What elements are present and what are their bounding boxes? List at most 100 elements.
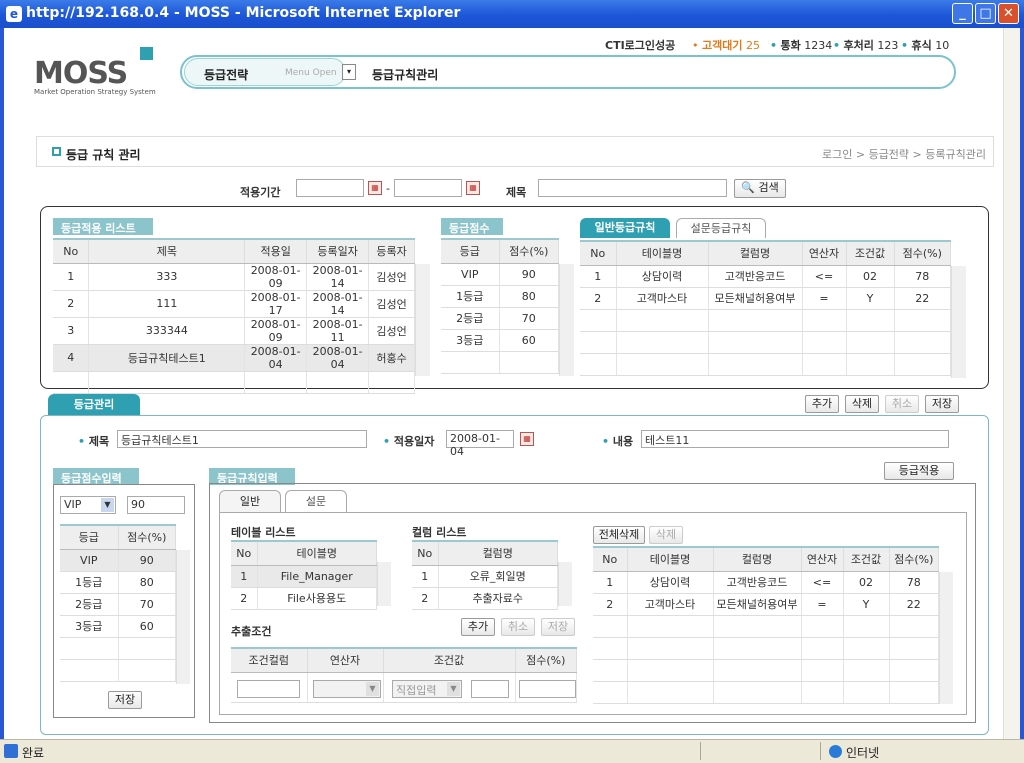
table-cell: 고객반응코드 bbox=[713, 571, 802, 594]
mgmt-title-input[interactable]: 등급규칙테스트1 bbox=[117, 430, 367, 448]
table-cell: 등급규칙테스트1 bbox=[88, 344, 246, 372]
table-cell bbox=[53, 371, 90, 394]
condition-cancel-button[interactable]: 취소 bbox=[501, 618, 535, 636]
search-title-input[interactable] bbox=[538, 179, 727, 197]
delete-button[interactable]: 삭제 bbox=[845, 395, 879, 413]
period-label: 적용기간 bbox=[240, 186, 281, 199]
table-row[interactable]: 2등급 70 bbox=[60, 593, 176, 616]
table-row[interactable]: 1등급 80 bbox=[441, 285, 559, 308]
table-row[interactable]: 1 상담이력 고객반응코드 <= 02 78 bbox=[593, 571, 939, 594]
grade-select[interactable]: VIP ▼ bbox=[60, 496, 116, 514]
tab-general[interactable]: 일반 bbox=[219, 490, 281, 512]
table-row bbox=[441, 351, 559, 374]
table-cell bbox=[713, 637, 802, 660]
mgmt-date-label: • 적용일자 bbox=[383, 435, 435, 448]
menu-main-label[interactable]: 등급전략 bbox=[204, 66, 248, 83]
table-cell: 1 bbox=[593, 571, 628, 594]
chevron-down-icon: ▼ bbox=[447, 682, 460, 696]
table-cell: 허홍수 bbox=[368, 344, 415, 372]
table-row[interactable]: 3등급 60 bbox=[60, 615, 176, 638]
delete-all-button[interactable]: 전체삭제 bbox=[593, 526, 645, 544]
table-cell bbox=[801, 615, 844, 638]
column-list-scrollbar[interactable] bbox=[558, 562, 572, 606]
calendar-icon[interactable]: ▦ bbox=[368, 181, 382, 195]
col-header: 조건컬럼 bbox=[231, 647, 308, 673]
col-header: 제목 bbox=[88, 238, 246, 264]
minimize-button[interactable]: _ bbox=[952, 3, 973, 24]
table-cell: 1 bbox=[580, 265, 617, 288]
rule-delete-button[interactable]: 삭제 bbox=[649, 526, 683, 544]
menu-dropdown-icon[interactable]: ▾ bbox=[342, 64, 356, 80]
globe-icon bbox=[829, 745, 842, 758]
rules-scrollbar[interactable] bbox=[951, 266, 966, 378]
table-row[interactable]: 1 File_Manager bbox=[231, 565, 377, 588]
mgmt-content-input[interactable]: 테스트11 bbox=[641, 430, 949, 448]
search-icon: 🔍 bbox=[741, 181, 755, 194]
col-header: 등급 bbox=[441, 238, 500, 264]
table-row[interactable]: 1 333 2008-01-09 2008-01-14 김성언 bbox=[53, 263, 415, 291]
period-start-input[interactable] bbox=[296, 179, 364, 197]
table-cell bbox=[843, 659, 890, 682]
table-row bbox=[580, 309, 951, 332]
table-cell: 3등급 bbox=[60, 615, 119, 638]
table-list-scrollbar[interactable] bbox=[377, 562, 391, 606]
rule-input-scrollbar[interactable] bbox=[939, 572, 953, 704]
page-scrollbar[interactable] bbox=[1003, 28, 1020, 739]
table-row[interactable]: 4 등급규칙테스트1 2008-01-04 2008-01-04 허홍수 bbox=[53, 344, 415, 372]
condition-value-select[interactable]: 직접입력 ▼ bbox=[392, 680, 462, 698]
list-scrollbar[interactable] bbox=[415, 264, 430, 376]
table-row[interactable]: 2 111 2008-01-17 2008-01-14 김성언 bbox=[53, 290, 415, 318]
table-cell bbox=[846, 309, 895, 332]
apply-grade-button[interactable]: 등급적용 bbox=[884, 462, 954, 480]
condition-save-button[interactable]: 저장 bbox=[541, 618, 575, 636]
tab-grade-management[interactable]: 등급관리 bbox=[48, 394, 140, 415]
calendar-icon[interactable]: ▦ bbox=[466, 181, 480, 195]
save-button[interactable]: 저장 bbox=[925, 395, 959, 413]
table-row[interactable]: VIP 90 bbox=[60, 549, 176, 572]
search-button[interactable]: 🔍 검색 bbox=[734, 179, 786, 198]
table-row[interactable]: 1 상담이력 고객반응코드 <= 02 78 bbox=[580, 265, 951, 288]
table-row[interactable]: 3 333344 2008-01-09 2008-01-11 김성언 bbox=[53, 317, 415, 345]
table-row[interactable]: 2 고객마스타 모든채널허용여부 = Y 22 bbox=[580, 287, 951, 310]
table-cell: 김성언 bbox=[368, 263, 415, 291]
col-header: No bbox=[231, 540, 258, 566]
table-row[interactable]: 3등급 60 bbox=[441, 329, 559, 352]
table-cell bbox=[843, 637, 890, 660]
calendar-icon[interactable]: ▦ bbox=[520, 432, 534, 446]
table-cell bbox=[60, 659, 119, 682]
condition-value-input[interactable] bbox=[471, 680, 509, 698]
score-value-input[interactable]: 90 bbox=[127, 496, 185, 514]
table-row[interactable]: 1등급 80 bbox=[60, 571, 176, 594]
period-end-input[interactable] bbox=[394, 179, 462, 197]
score-input-scrollbar[interactable] bbox=[176, 550, 190, 684]
page-icon bbox=[4, 744, 18, 758]
table-row[interactable]: 2 고객마스타 모든채널허용여부 = Y 22 bbox=[593, 593, 939, 616]
table-cell: 2 bbox=[412, 587, 439, 610]
close-button[interactable]: ✕ bbox=[998, 3, 1019, 24]
table-row[interactable]: 2등급 70 bbox=[441, 307, 559, 330]
breadcrumb: 로그인 > 등급전략 > 등록규칙관리 bbox=[822, 148, 986, 161]
condition-column-input[interactable] bbox=[237, 680, 300, 698]
table-row[interactable]: VIP 90 bbox=[441, 263, 559, 286]
tab-general-rule[interactable]: 일반등급규칙 bbox=[580, 218, 670, 238]
operator-select[interactable]: ▼ bbox=[313, 680, 381, 698]
table-cell bbox=[801, 681, 844, 704]
table-cell bbox=[713, 659, 802, 682]
table-row[interactable]: 2 File사용용도 bbox=[231, 587, 377, 610]
condition-score-input[interactable] bbox=[519, 680, 576, 698]
table-cell: 4 bbox=[53, 344, 90, 372]
mgmt-date-input[interactable]: 2008-01-04 bbox=[446, 430, 514, 458]
menu-open-label[interactable]: Menu Open bbox=[285, 68, 337, 78]
score-save-button[interactable]: 저장 bbox=[108, 691, 142, 709]
col-header: 조건값 bbox=[843, 546, 890, 572]
score-scrollbar[interactable] bbox=[559, 264, 574, 376]
tab-survey[interactable]: 설문 bbox=[285, 490, 347, 512]
add-button[interactable]: 추가 bbox=[805, 395, 839, 413]
table-cell: = bbox=[802, 287, 847, 310]
tab-survey-rule[interactable]: 설문등급규칙 bbox=[676, 218, 766, 238]
table-row[interactable]: 2 추출자료수 bbox=[412, 587, 558, 610]
table-row[interactable]: 1 오류_회일명 bbox=[412, 565, 558, 588]
condition-add-button[interactable]: 추가 bbox=[461, 618, 495, 636]
cancel-button[interactable]: 취소 bbox=[885, 395, 919, 413]
maximize-button[interactable]: □ bbox=[975, 3, 996, 24]
